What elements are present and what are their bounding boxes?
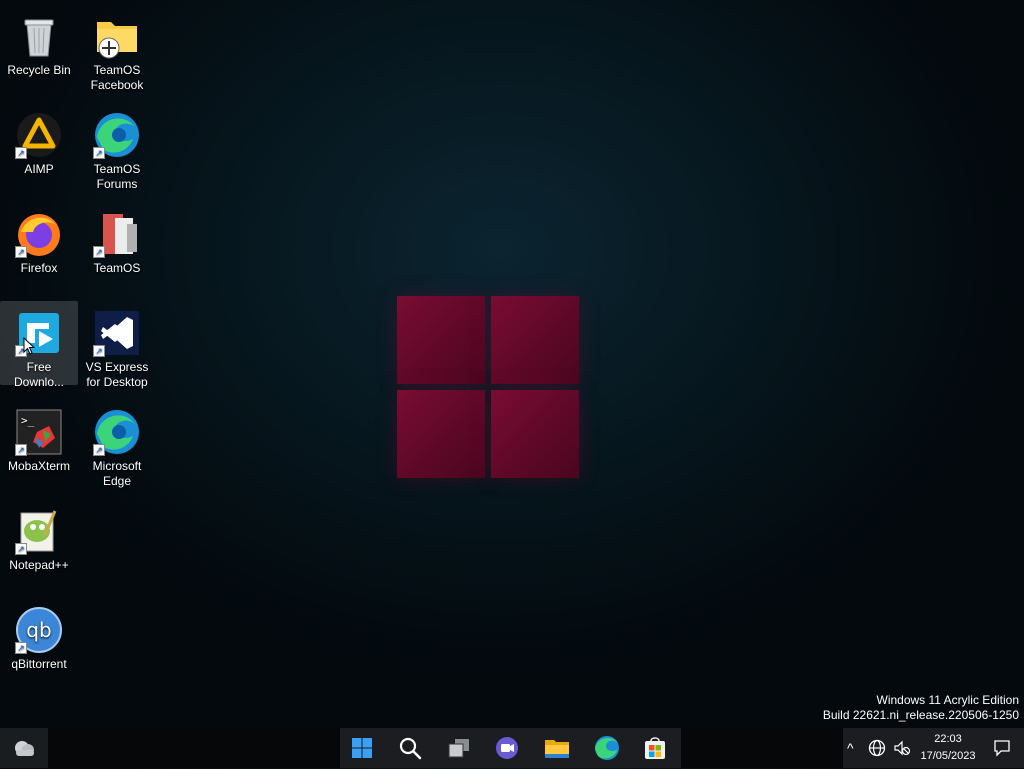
taskbar: ^ 22:03 17/05/2023: [0, 728, 1024, 768]
desktop-icon-label: qBittorrent: [11, 657, 67, 671]
desktop-icon-free-download-manager[interactable]: ↗ Free Downlo...: [0, 301, 78, 389]
windows-logo-wallpaper: [397, 296, 579, 478]
task-view-button[interactable]: [443, 732, 475, 764]
mouse-cursor-icon: [23, 337, 35, 355]
shortcut-arrow-icon: ↗: [15, 444, 27, 456]
desktop-icon-label: TeamOS Facebook: [90, 63, 144, 92]
shortcut-arrow-icon: ↗: [93, 444, 105, 456]
visual-studio-icon: ↗: [93, 309, 141, 357]
firefox-icon: ↗: [15, 210, 63, 258]
task-view-icon: [448, 739, 469, 758]
desktop-icon-label: Firefox: [20, 261, 58, 275]
edge-icon: [595, 736, 619, 760]
clock-date: 17/05/2023: [920, 750, 976, 762]
recycle-bin-icon: [15, 12, 63, 60]
edge-icon: ↗: [93, 408, 141, 456]
store-icon: [645, 737, 665, 759]
shortcut-arrow-icon: ↗: [15, 642, 27, 654]
volume-muted-icon[interactable]: [893, 739, 911, 757]
weather-cloud-icon: [15, 741, 34, 756]
watermark-edition: Windows 11 Acrylic Edition: [876, 693, 1020, 707]
shortcut-arrow-icon: ↗: [93, 246, 105, 258]
network-globe-icon[interactable]: [868, 739, 886, 757]
desktop-icon-qbittorrent[interactable]: qb ↗ qBittorrent: [0, 598, 78, 672]
file-explorer-icon: [545, 740, 569, 758]
desktop-icon-label: TeamOS Forums: [93, 162, 141, 191]
windows-edition-watermark: Windows 11 Acrylic Edition Build 22621.n…: [823, 693, 1019, 723]
start-button[interactable]: [346, 732, 378, 764]
desktop-icon-microsoft-edge[interactable]: ↗ Microsoft Edge: [78, 400, 156, 489]
svg-text:>_: >_: [21, 414, 35, 427]
watermark-build: Build 22621.ni_release.220506-1250: [822, 708, 1019, 722]
desktop-icon-aimp[interactable]: ↗ AIMP: [0, 103, 78, 177]
desktop-icon-label: Free Downlo...: [13, 360, 65, 389]
desktop-icon-mobaxterm[interactable]: >_ ↗ MobaXterm: [0, 400, 78, 474]
desktop-icon-notepadpp[interactable]: ↗ Notepad++: [0, 499, 78, 573]
desktop-icon-recycle-bin[interactable]: Recycle Bin: [0, 4, 78, 78]
desktop-icon-label: VS Express for Desktop: [85, 360, 149, 389]
chat-icon: [496, 737, 518, 759]
teamos-icon: ↗: [93, 210, 141, 258]
notepadpp-icon: ↗: [15, 507, 63, 555]
taskbar-pinned-apps: [340, 728, 681, 768]
desktop-icon-vs-express[interactable]: ↗ VS Express for Desktop: [78, 301, 156, 390]
desktop-icon-teamos[interactable]: ↗ TeamOS: [78, 202, 156, 276]
desktop-icon-label: TeamOS: [93, 261, 141, 275]
desktop-icon-teamos-forums[interactable]: ↗ TeamOS Forums: [78, 103, 156, 192]
shortcut-arrow-icon: ↗: [15, 246, 27, 258]
desktop-icon-label: Recycle Bin: [7, 63, 71, 77]
svg-text:qb: qb: [26, 618, 51, 642]
show-hidden-icons-chevron[interactable]: ^: [847, 738, 854, 758]
desktop-icon-teamos-facebook[interactable]: TeamOS Facebook: [78, 4, 156, 93]
desktop-icon-label: Notepad++: [9, 558, 69, 572]
system-tray: ^ 22:03 17/05/2023: [843, 728, 1024, 768]
store-button[interactable]: [639, 732, 671, 764]
qbittorrent-icon: qb ↗: [15, 606, 63, 654]
desktop-icon-label: AIMP: [24, 162, 54, 176]
desktop-icon-label: Microsoft Edge: [92, 459, 142, 488]
chat-button[interactable]: [491, 732, 523, 764]
shortcut-arrow-icon: ↗: [93, 345, 105, 357]
mobaxterm-icon: >_ ↗: [15, 408, 63, 456]
search-icon: [399, 737, 422, 760]
shortcut-arrow-icon: ↗: [93, 147, 105, 159]
weather-widget-button[interactable]: [0, 728, 48, 768]
desktop: Recycle Bin ↗ AIMP ↗ Firefox ↗ Free Down…: [0, 0, 1024, 728]
desktop-icon-firefox[interactable]: ↗ Firefox: [0, 202, 78, 276]
clock-time: 22:03: [934, 733, 962, 745]
edge-taskbar-button[interactable]: [591, 732, 623, 764]
edge-icon: ↗: [93, 111, 141, 159]
aimp-icon: ↗: [15, 111, 63, 159]
folder-shortcut-icon: [93, 12, 141, 60]
notification-center-icon[interactable]: [993, 739, 1011, 757]
shortcut-arrow-icon: ↗: [15, 543, 27, 555]
desktop-icon-label: MobaXterm: [7, 459, 71, 473]
shortcut-arrow-icon: ↗: [15, 147, 27, 159]
file-explorer-button[interactable]: [541, 732, 573, 764]
start-icon: [352, 738, 372, 758]
search-button[interactable]: [394, 732, 426, 764]
clock-button[interactable]: 22:03 17/05/2023: [913, 731, 983, 765]
